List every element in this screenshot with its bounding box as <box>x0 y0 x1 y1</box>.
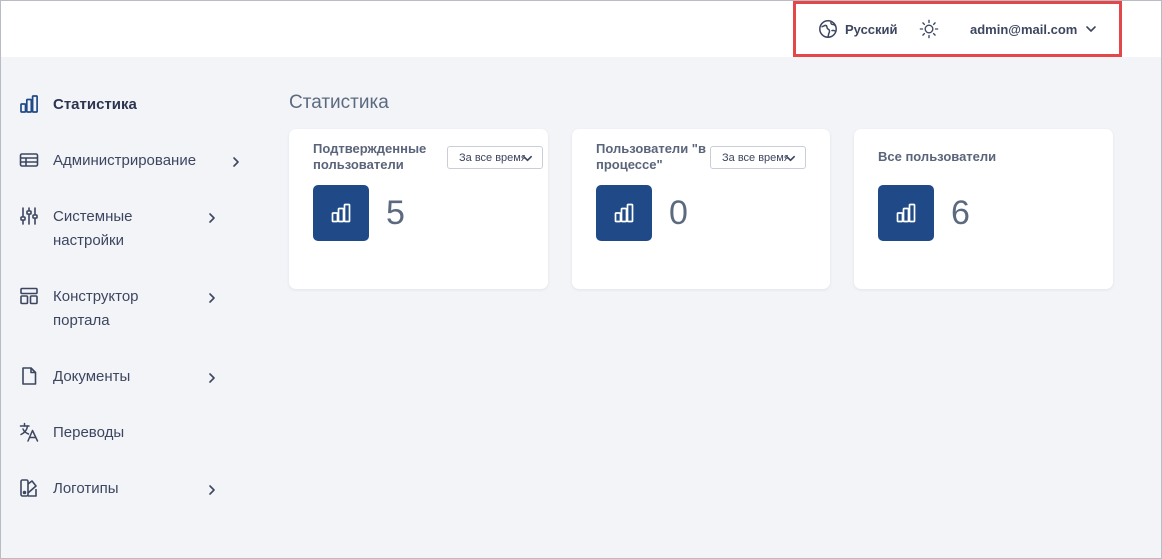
bar-chart-icon <box>331 203 351 223</box>
document-icon <box>18 365 40 387</box>
sidebar-item-translations[interactable]: Переводы <box>18 421 213 445</box>
card-title: Все пользователи <box>878 149 997 164</box>
table-icon <box>18 149 40 171</box>
period-select-value: За все время <box>459 151 525 164</box>
stat-card-all-users: Все пользователи 6 <box>854 129 1113 289</box>
user-menu[interactable]: admin@mail.com <box>970 18 1097 40</box>
language-switcher[interactable]: Русский <box>818 18 898 40</box>
translate-icon <box>18 421 40 443</box>
layout-icon <box>18 285 40 307</box>
period-select-value: За все время <box>722 151 788 164</box>
stat-value: 6 <box>951 194 970 232</box>
sidebar-item-label: Системные настройки <box>53 208 133 249</box>
chevron-down-icon <box>523 155 532 162</box>
sidebar-item-label: Конструктор портала <box>53 288 139 329</box>
language-label: Русский <box>845 21 898 37</box>
chevron-down-icon <box>786 155 795 162</box>
sidebar-item-administration[interactable]: Администрирование <box>18 149 239 173</box>
sidebar-item-documents[interactable]: Документы <box>18 365 215 389</box>
sidebar-item-label: Документы <box>53 368 131 385</box>
bar-chart-icon <box>614 203 634 223</box>
theme-toggle[interactable] <box>918 18 940 40</box>
sidebar-item-label: Переводы <box>53 424 125 441</box>
stat-card-pending-users: Пользователи "в процессе" За все время 0 <box>572 129 830 289</box>
sidebar-item-label: Статистика <box>53 96 137 113</box>
stat-card-confirmed-users: Подтвержденные пользователи За все время… <box>289 129 548 289</box>
chevron-right-icon <box>206 211 218 223</box>
sliders-icon <box>18 205 40 227</box>
globe-icon <box>819 20 837 38</box>
stat-icon-box <box>596 185 652 241</box>
sidebar-item-label: Логотипы <box>53 480 119 497</box>
sidebar-item-portal-builder[interactable]: Конструктор портала <box>18 285 215 333</box>
stat-icon-box <box>878 185 934 241</box>
sun-icon <box>919 19 939 39</box>
chevron-down-icon <box>1086 26 1097 32</box>
stat-icon-box <box>313 185 369 241</box>
chevron-right-icon <box>206 483 218 495</box>
bar-chart-icon <box>18 93 40 115</box>
stat-value: 0 <box>669 194 688 232</box>
chevron-right-icon <box>206 291 218 303</box>
card-title: Пользователи "в процессе" <box>596 141 706 172</box>
sidebar-item-logos[interactable]: Логотипы <box>18 477 215 501</box>
user-email: admin@mail.com <box>970 21 1078 37</box>
palette-icon <box>18 477 40 499</box>
sidebar-item-label: Администрирование <box>53 152 197 169</box>
chevron-right-icon <box>206 371 218 383</box>
sidebar-item-statistics[interactable]: Статистика <box>18 93 213 117</box>
page-title: Статистика <box>289 92 389 113</box>
card-title: Подтвержденные пользователи <box>313 141 427 172</box>
bar-chart-icon <box>896 203 916 223</box>
period-select[interactable]: За все время <box>710 146 806 169</box>
period-select[interactable]: За все время <box>447 146 543 169</box>
sidebar-item-system-settings[interactable]: Системные настройки <box>18 205 215 253</box>
stat-value: 5 <box>386 194 405 232</box>
chevron-right-icon <box>230 155 242 167</box>
top-header: Русский admin@mail.com <box>0 0 1162 57</box>
